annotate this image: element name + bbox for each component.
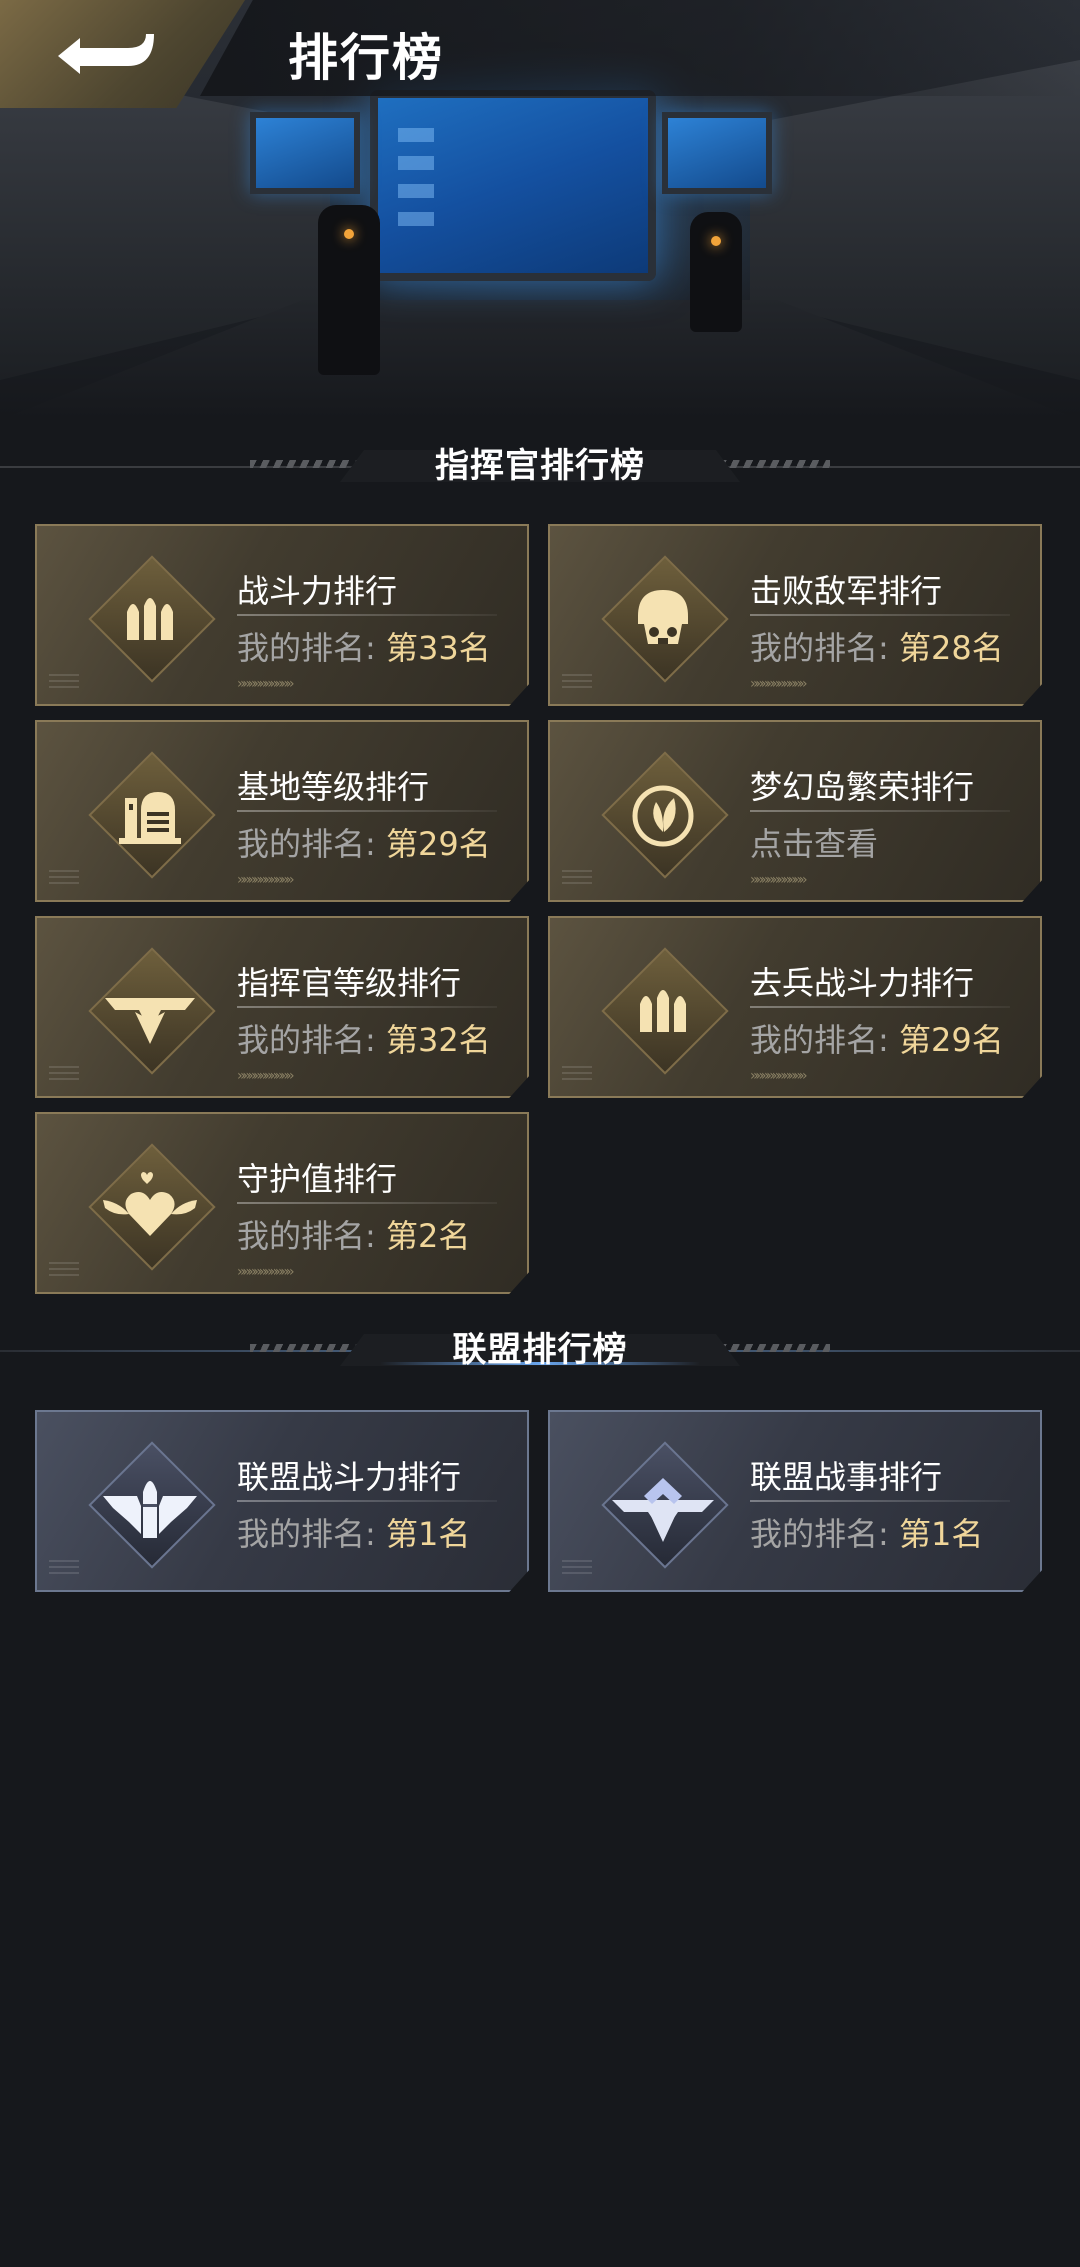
base-building-icon [88, 751, 216, 879]
card-title: 去兵战斗力排行 [750, 964, 975, 1002]
card-title: 击败敌军排行 [750, 572, 943, 610]
winged-bullet-icon [88, 1441, 216, 1569]
section-title: 联盟排行榜 [452, 1330, 628, 1370]
ranking-card-commander-level[interactable]: 指挥官等级排行 我的排名: 第32名 »»»»»»»»»» [35, 916, 529, 1098]
chevron-decoration: »»»»»»»»»» [237, 1264, 294, 1280]
winged-heart-icon [88, 1143, 216, 1271]
bullets-icon [601, 947, 729, 1075]
winged-chevron-icon [88, 947, 216, 1075]
my-rank: 我的排名: 第1名 [750, 1515, 984, 1553]
chevron-decoration: »»»»»»»»»» [750, 872, 807, 888]
side-monitor-left [250, 112, 360, 194]
ranking-card-island-prosperity[interactable]: 梦幻岛繁荣排行 点击查看 »»»»»»»»»» [548, 720, 1042, 902]
bullets-icon [88, 555, 216, 683]
leaf-icon [601, 751, 729, 879]
ranking-card-guardian-value[interactable]: 守护值排行 我的排名: 第2名 »»»»»»»»»» [35, 1112, 529, 1294]
ranking-card-enemies-defeated[interactable]: 击败敌军排行 我的排名: 第28名 »»»»»»»»»» [548, 524, 1042, 706]
chevron-decoration: »»»»»»»»»» [750, 1068, 807, 1084]
chevron-decoration: »»»»»»»»»» [750, 676, 807, 692]
ranking-card-alliance-war[interactable]: 联盟战事排行 我的排名: 第1名 [548, 1410, 1042, 1592]
side-monitor-right [662, 112, 772, 194]
commander-section-header: 指挥官排行榜 [0, 436, 1080, 496]
chevron-decoration: »»»»»»»»»» [237, 872, 294, 888]
ranking-card-combat-power[interactable]: 战斗力排行 我的排名: 第33名 »»»»»»»»»» [35, 524, 529, 706]
my-rank: 我的排名: 第1名 [237, 1515, 471, 1553]
card-title: 联盟战斗力排行 [237, 1458, 462, 1496]
back-arrow-icon [58, 34, 154, 74]
card-title: 基地等级排行 [237, 768, 430, 806]
view-hint: 点击查看 [750, 825, 879, 863]
chevron-decoration: »»»»»»»»»» [237, 676, 294, 692]
card-title: 联盟战事排行 [750, 1458, 943, 1496]
ranking-card-base-level[interactable]: 基地等级排行 我的排名: 第29名 »»»»»»»»»» [35, 720, 529, 902]
soldier-figure [690, 212, 742, 332]
soldier-figure [318, 205, 380, 375]
alliance-section-header: 联盟排行榜 [0, 1320, 1080, 1380]
chevron-decoration: »»»»»»»»»» [237, 1068, 294, 1084]
my-rank: 我的排名: 第28名 [750, 629, 1004, 667]
card-title: 战斗力排行 [237, 572, 398, 610]
my-rank: 我的排名: 第29名 [750, 1021, 1004, 1059]
ranking-card-troop-power[interactable]: 去兵战斗力排行 我的排名: 第29名 »»»»»»»»»» [548, 916, 1042, 1098]
section-title: 指挥官排行榜 [435, 446, 645, 486]
my-rank: 我的排名: 第2名 [237, 1217, 471, 1255]
page-title: 排行榜 [288, 29, 444, 87]
ranking-card-alliance-power[interactable]: 联盟战斗力排行 我的排名: 第1名 [35, 1410, 529, 1592]
soldier-helmet-icon [601, 555, 729, 683]
my-rank: 我的排名: 第29名 [237, 825, 491, 863]
command-screen [370, 90, 656, 281]
card-title: 梦幻岛繁荣排行 [750, 768, 975, 806]
card-title: 指挥官等级排行 [237, 964, 462, 1002]
winged-shield-icon [601, 1441, 729, 1569]
my-rank: 我的排名: 第32名 [237, 1021, 491, 1059]
my-rank: 我的排名: 第33名 [237, 629, 491, 667]
card-title: 守护值排行 [237, 1160, 398, 1198]
